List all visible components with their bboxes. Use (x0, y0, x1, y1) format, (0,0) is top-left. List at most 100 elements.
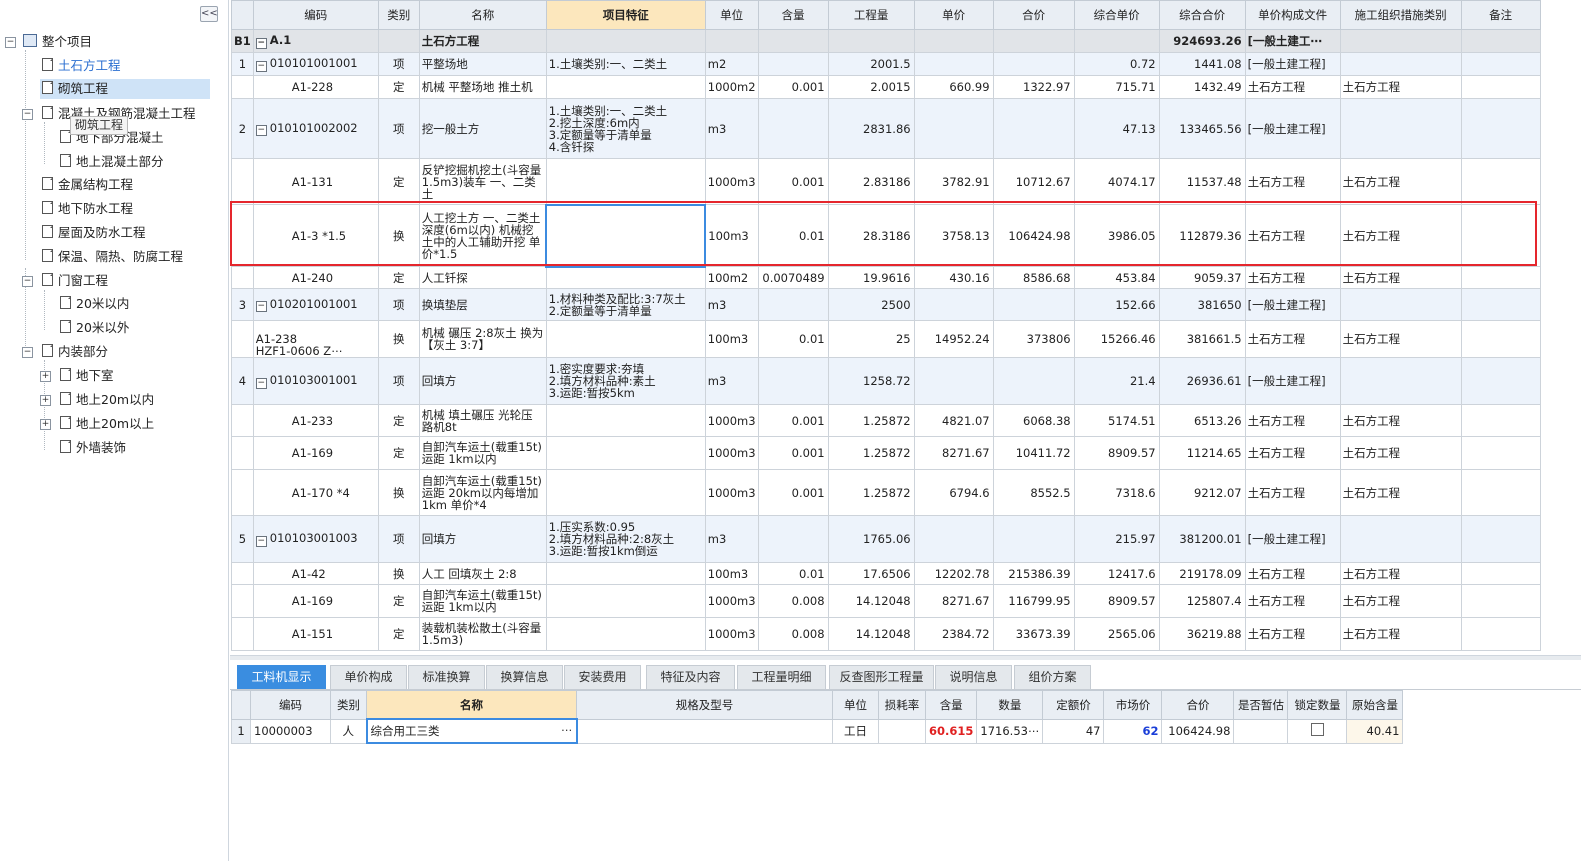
cell-quantity-ratio[interactable] (757, 515, 829, 563)
tree-item-exterior-wall[interactable]: 外墙装饰 (60, 438, 126, 458)
cell-composite-total[interactable]: 381200.01 (1158, 515, 1246, 563)
cell-name[interactable]: 机械 平整场地 推土机 (418, 75, 547, 99)
cell-features[interactable] (545, 266, 706, 289)
column-header-composite-unit-price[interactable]: 综合单价 (1073, 0, 1160, 30)
resource-cell-code[interactable]: 10000003 (250, 718, 331, 744)
resource-header-quantity-ratio[interactable]: 含量 (924, 690, 978, 720)
tab-notes[interactable]: 说明信息 (935, 665, 1012, 690)
cell-unit-price[interactable]: 3758.13 (913, 204, 994, 267)
cell-unit[interactable]: m3 (704, 98, 759, 159)
cell-quantity-ratio[interactable] (757, 52, 829, 76)
cell-total-price[interactable]: 10712.67 (992, 158, 1075, 205)
cell-remark[interactable] (1460, 469, 1541, 516)
cell-composite-total[interactable]: 9059.37 (1158, 266, 1246, 289)
cell-measure-category[interactable]: 土石方工程 (1339, 75, 1462, 99)
cell-measure-category[interactable] (1339, 515, 1462, 563)
cell-measure-category[interactable]: 土石方工程 (1339, 158, 1462, 205)
cell-type[interactable]: 定 (377, 436, 420, 470)
cell-price-file[interactable]: [一般土建工程] (1244, 357, 1341, 405)
cell-unit[interactable]: 1000m3 (704, 158, 759, 205)
cell-composite-total[interactable]: 112879.36 (1158, 204, 1246, 267)
cell-unit-price[interactable]: 14952.24 (913, 320, 994, 358)
collapse-icon[interactable]: − (22, 347, 33, 358)
norm-row[interactable]: A1-238 HZF1-0606 Z⋯ 换机械 碾压 2:8灰土 换为【灰土 3:… (231, 320, 1541, 358)
cell-row-index[interactable] (231, 436, 254, 470)
item-row[interactable]: 4−010103001001 项回填方 1.密实度要求:夯填 2.填方材料品种:素土… (231, 357, 1541, 405)
cell-quantity-ratio[interactable] (757, 98, 829, 159)
cell-quantity[interactable]: 28.3186 (827, 204, 915, 267)
resource-header-code[interactable]: 编码 (250, 690, 331, 720)
collapse-icon[interactable]: − (22, 109, 33, 120)
cell-composite-unit-price[interactable]: 715.71 (1073, 75, 1160, 99)
cell-composite-unit-price[interactable]: 2565.06 (1073, 617, 1160, 651)
cell-price-file[interactable]: 土石方工程 (1244, 404, 1341, 437)
cell-type[interactable] (377, 29, 420, 53)
cell-composite-total[interactable]: 11214.65 (1158, 436, 1246, 470)
cell-code[interactable]: A1-169 (252, 436, 379, 470)
cell-code[interactable]: A1-151 (252, 617, 379, 651)
cell-features[interactable] (545, 469, 706, 516)
tree-item-above-20m-over[interactable]: 地上20m以上 (60, 414, 154, 434)
tree-item-insulation[interactable]: 保温、隔热、防腐工程 (42, 247, 183, 267)
cell-quantity[interactable]: 2831.86 (827, 98, 915, 159)
column-header-remark[interactable]: 备注 (1460, 0, 1541, 30)
cell-quantity-ratio[interactable]: 0.01 (757, 204, 829, 267)
resource-cell-amount[interactable]: 1716.53⋯ (976, 718, 1044, 744)
collapse-icon[interactable]: − (255, 535, 267, 547)
resource-cell-loss-rate[interactable] (878, 718, 926, 744)
tree-item-beyond-20m[interactable]: 20米以外 (60, 318, 129, 338)
cell-name[interactable]: 回填方 (418, 515, 547, 563)
resource-header-name[interactable]: 名称 (366, 690, 577, 720)
resource-cell-is-estimate[interactable] (1233, 718, 1289, 744)
cell-name[interactable]: 挖一般土方 (418, 98, 547, 159)
cell-row-index[interactable]: 3 (231, 288, 254, 321)
cell-price-file[interactable]: 土石方工程 (1244, 266, 1341, 289)
cell-row-index[interactable] (231, 320, 254, 358)
column-header-unit[interactable]: 单位 (704, 0, 759, 30)
cell-composite-unit-price[interactable]: 12417.6 (1073, 562, 1160, 585)
resource-header-amount[interactable]: 数量 (976, 690, 1044, 720)
tab-install-fees[interactable]: 安装费用 (564, 665, 641, 690)
tree-item-metal[interactable]: 金属结构工程 (42, 175, 133, 195)
cell-measure-category[interactable]: 土石方工程 (1339, 320, 1462, 358)
cell-unit[interactable]: m3 (704, 357, 759, 405)
cell-measure-category[interactable]: 土石方工程 (1339, 469, 1462, 516)
cell-name[interactable]: 机械 碾压 2:8灰土 换为【灰土 3:7】 (418, 320, 547, 358)
cell-price-file[interactable]: 土石方工程 (1244, 204, 1341, 267)
cell-remark[interactable] (1460, 52, 1541, 76)
cell-quantity-ratio[interactable]: 0.01 (757, 320, 829, 358)
norm-row[interactable]: A1-240 定人工钎探 100m2 0.0070489 19.9616 430.16 85… (231, 266, 1541, 289)
cell-price-file[interactable]: [一般土建工⋯ (1244, 29, 1341, 53)
cell-type[interactable]: 定 (377, 584, 420, 618)
cell-code[interactable]: − A.1 (252, 29, 379, 53)
cell-unit-price[interactable] (913, 29, 994, 53)
cell-unit-price[interactable]: 12202.78 (913, 562, 994, 585)
cell-composite-unit-price[interactable]: 0.72 (1073, 52, 1160, 76)
cell-composite-total[interactable]: 9212.07 (1158, 469, 1246, 516)
cell-features[interactable] (545, 75, 706, 99)
column-header-quantity[interactable]: 工程量 (827, 0, 915, 30)
norm-row[interactable]: A1-233 定机械 填土碾压 光轮压路机8t 1000m3 0.001 1.25872… (231, 404, 1541, 437)
cell-row-index[interactable] (231, 158, 254, 205)
cell-row-index[interactable]: 5 (231, 515, 254, 563)
cell-features[interactable] (545, 320, 706, 358)
column-header-unit-price[interactable]: 单价 (913, 0, 994, 30)
cell-row-index[interactable] (231, 562, 254, 585)
cell-quantity-ratio[interactable]: 0.01 (757, 562, 829, 585)
collapse-icon[interactable]: − (255, 60, 267, 72)
cell-code[interactable]: A1-240 (252, 266, 379, 289)
cell-total-price[interactable]: 10411.72 (992, 436, 1075, 470)
collapse-icon[interactable]: − (255, 37, 267, 49)
cell-quantity[interactable]: 1765.06 (827, 515, 915, 563)
cell-unit[interactable]: 1000m3 (704, 469, 759, 516)
cell-unit-price[interactable]: 6794.6 (913, 469, 994, 516)
tab-standard-conversion[interactable]: 标准换算 (408, 665, 485, 690)
cell-unit-price[interactable] (913, 515, 994, 563)
column-header-measure-category[interactable]: 施工组织措施类别 (1339, 0, 1462, 30)
resource-header-quota-price[interactable]: 定额价 (1042, 690, 1105, 720)
cell-price-file[interactable]: 土石方工程 (1244, 469, 1341, 516)
tree-item-basement[interactable]: 地下室 (60, 366, 114, 386)
cell-measure-category[interactable]: 土石方工程 (1339, 584, 1462, 618)
cell-features[interactable]: 1.密实度要求:夯填 2.填方材料品种:素土 3.运距:暂按5km (545, 357, 706, 405)
cell-unit[interactable]: 100m3 (704, 204, 759, 267)
